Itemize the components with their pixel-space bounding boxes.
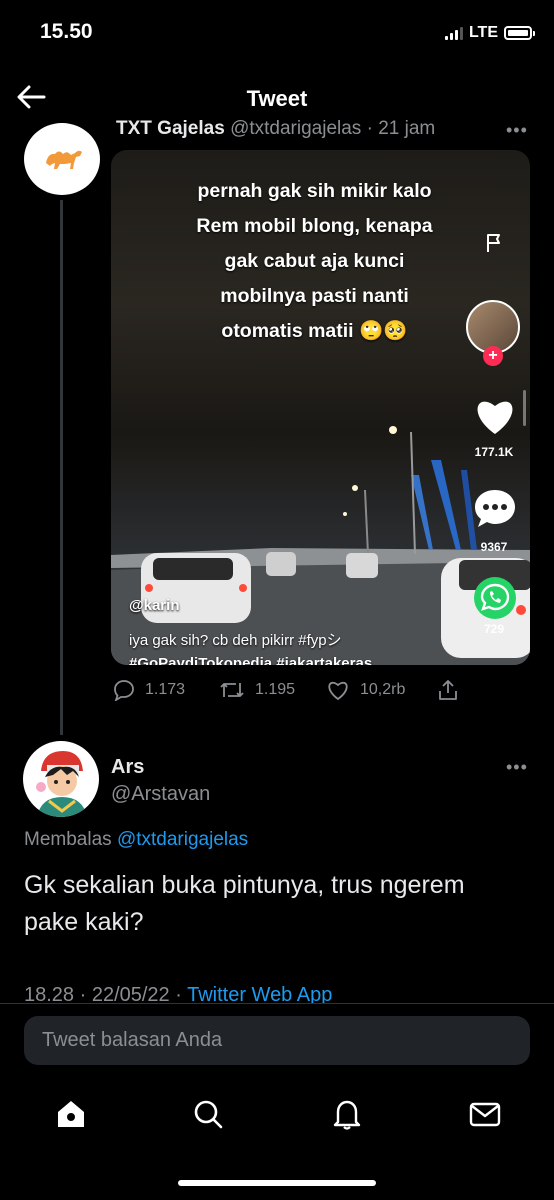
status-indicators: LTE	[444, 24, 535, 42]
like-count: 10,2rb	[360, 681, 406, 698]
camel-logo-icon	[46, 150, 82, 169]
heart-outline-icon	[328, 681, 348, 701]
tweet-video[interactable]: pernah gak sih mikir kalo Rem mobil blon…	[111, 150, 530, 665]
reply-author-handle[interactable]: @Arstavan	[111, 783, 210, 806]
reply-text: Gk sekalian buka pintunya, trus ngerem p…	[24, 871, 465, 936]
status-time: 15.50	[40, 20, 93, 43]
home-indicator	[178, 1180, 376, 1186]
comment-outline-icon	[114, 680, 134, 701]
more-options-icon[interactable]: •••	[506, 757, 528, 778]
bell-icon[interactable]	[329, 1096, 365, 1132]
retweet-icon	[220, 683, 244, 697]
quoted-tweet-time: · 21 jam	[366, 118, 436, 138]
flag-icon[interactable]	[483, 232, 505, 254]
caption-line: Rem mobil blong, kenapa	[196, 215, 433, 237]
like-action[interactable]: 10,2rb	[326, 679, 405, 701]
home-icon[interactable]	[53, 1096, 89, 1132]
tweet-meta: 18.28 · 22/05/22 · Twitter Web App	[24, 984, 332, 1004]
video-hashtags: #GoPaydiTokopedia #jakartakeras	[129, 655, 373, 665]
search-icon[interactable]	[190, 1096, 226, 1132]
share-count: 729	[483, 622, 505, 636]
anime-avatar-icon	[36, 751, 87, 817]
caption-line: gak cabut aja kunci	[224, 250, 405, 272]
reply-input[interactable]	[24, 1016, 530, 1065]
whatsapp-icon[interactable]	[473, 576, 517, 620]
network-label: LTE	[468, 24, 498, 41]
video-caption: pernah gak sih mikir kalo Rem mobil blon…	[147, 174, 482, 349]
comment-count: 9367	[480, 540, 508, 554]
follow-plus-icon[interactable]: +	[483, 346, 503, 366]
quoted-author-name: TXT Gajelas	[116, 118, 225, 138]
page-title: Tweet	[246, 86, 308, 111]
retweet-action[interactable]: 1.195	[219, 679, 295, 701]
video-progress-indicator	[523, 390, 526, 426]
tweet-timestamp: 18.28 · 22/05/22 ·	[24, 984, 188, 1004]
signal-icon	[444, 26, 463, 40]
more-options-icon[interactable]: •••	[506, 120, 528, 141]
heart-icon[interactable]	[473, 396, 517, 436]
thread-line	[60, 200, 63, 735]
share-icon[interactable]	[436, 678, 460, 702]
video-description: iya gak sih? cb deh pikirr #fypシ	[129, 632, 342, 649]
caption-line: pernah gak sih mikir kalo	[197, 180, 432, 202]
battery-icon	[504, 26, 535, 40]
retweet-count: 1.195	[255, 681, 296, 698]
replying-to: Membalas @txtdarigajelas	[24, 829, 248, 851]
reply-action[interactable]: 1.173	[113, 679, 185, 701]
tweet-source[interactable]: Twitter Web App	[187, 984, 332, 1004]
quoted-author-handle: @txtdarigajelas	[230, 118, 362, 138]
video-username: @karin	[129, 597, 180, 614]
quoted-tweet-author[interactable]: TXT Gajelas @txtdarigajelas · 21 jam	[116, 118, 435, 138]
like-count: 177.1K	[474, 445, 514, 459]
replying-to-handle[interactable]: @txtdarigajelas	[117, 829, 248, 850]
mail-icon[interactable]	[467, 1096, 503, 1132]
caption-line: otomatis matii 🙄🥺	[221, 320, 408, 342]
avatar[interactable]	[23, 741, 99, 817]
reply-author-name[interactable]: Ars	[111, 756, 144, 779]
comment-icon[interactable]	[473, 488, 517, 530]
reply-count: 1.173	[145, 681, 186, 698]
replying-label: Membalas	[24, 829, 112, 850]
caption-line: mobilnya pasti nanti	[220, 285, 409, 307]
avatar[interactable]	[24, 123, 100, 195]
